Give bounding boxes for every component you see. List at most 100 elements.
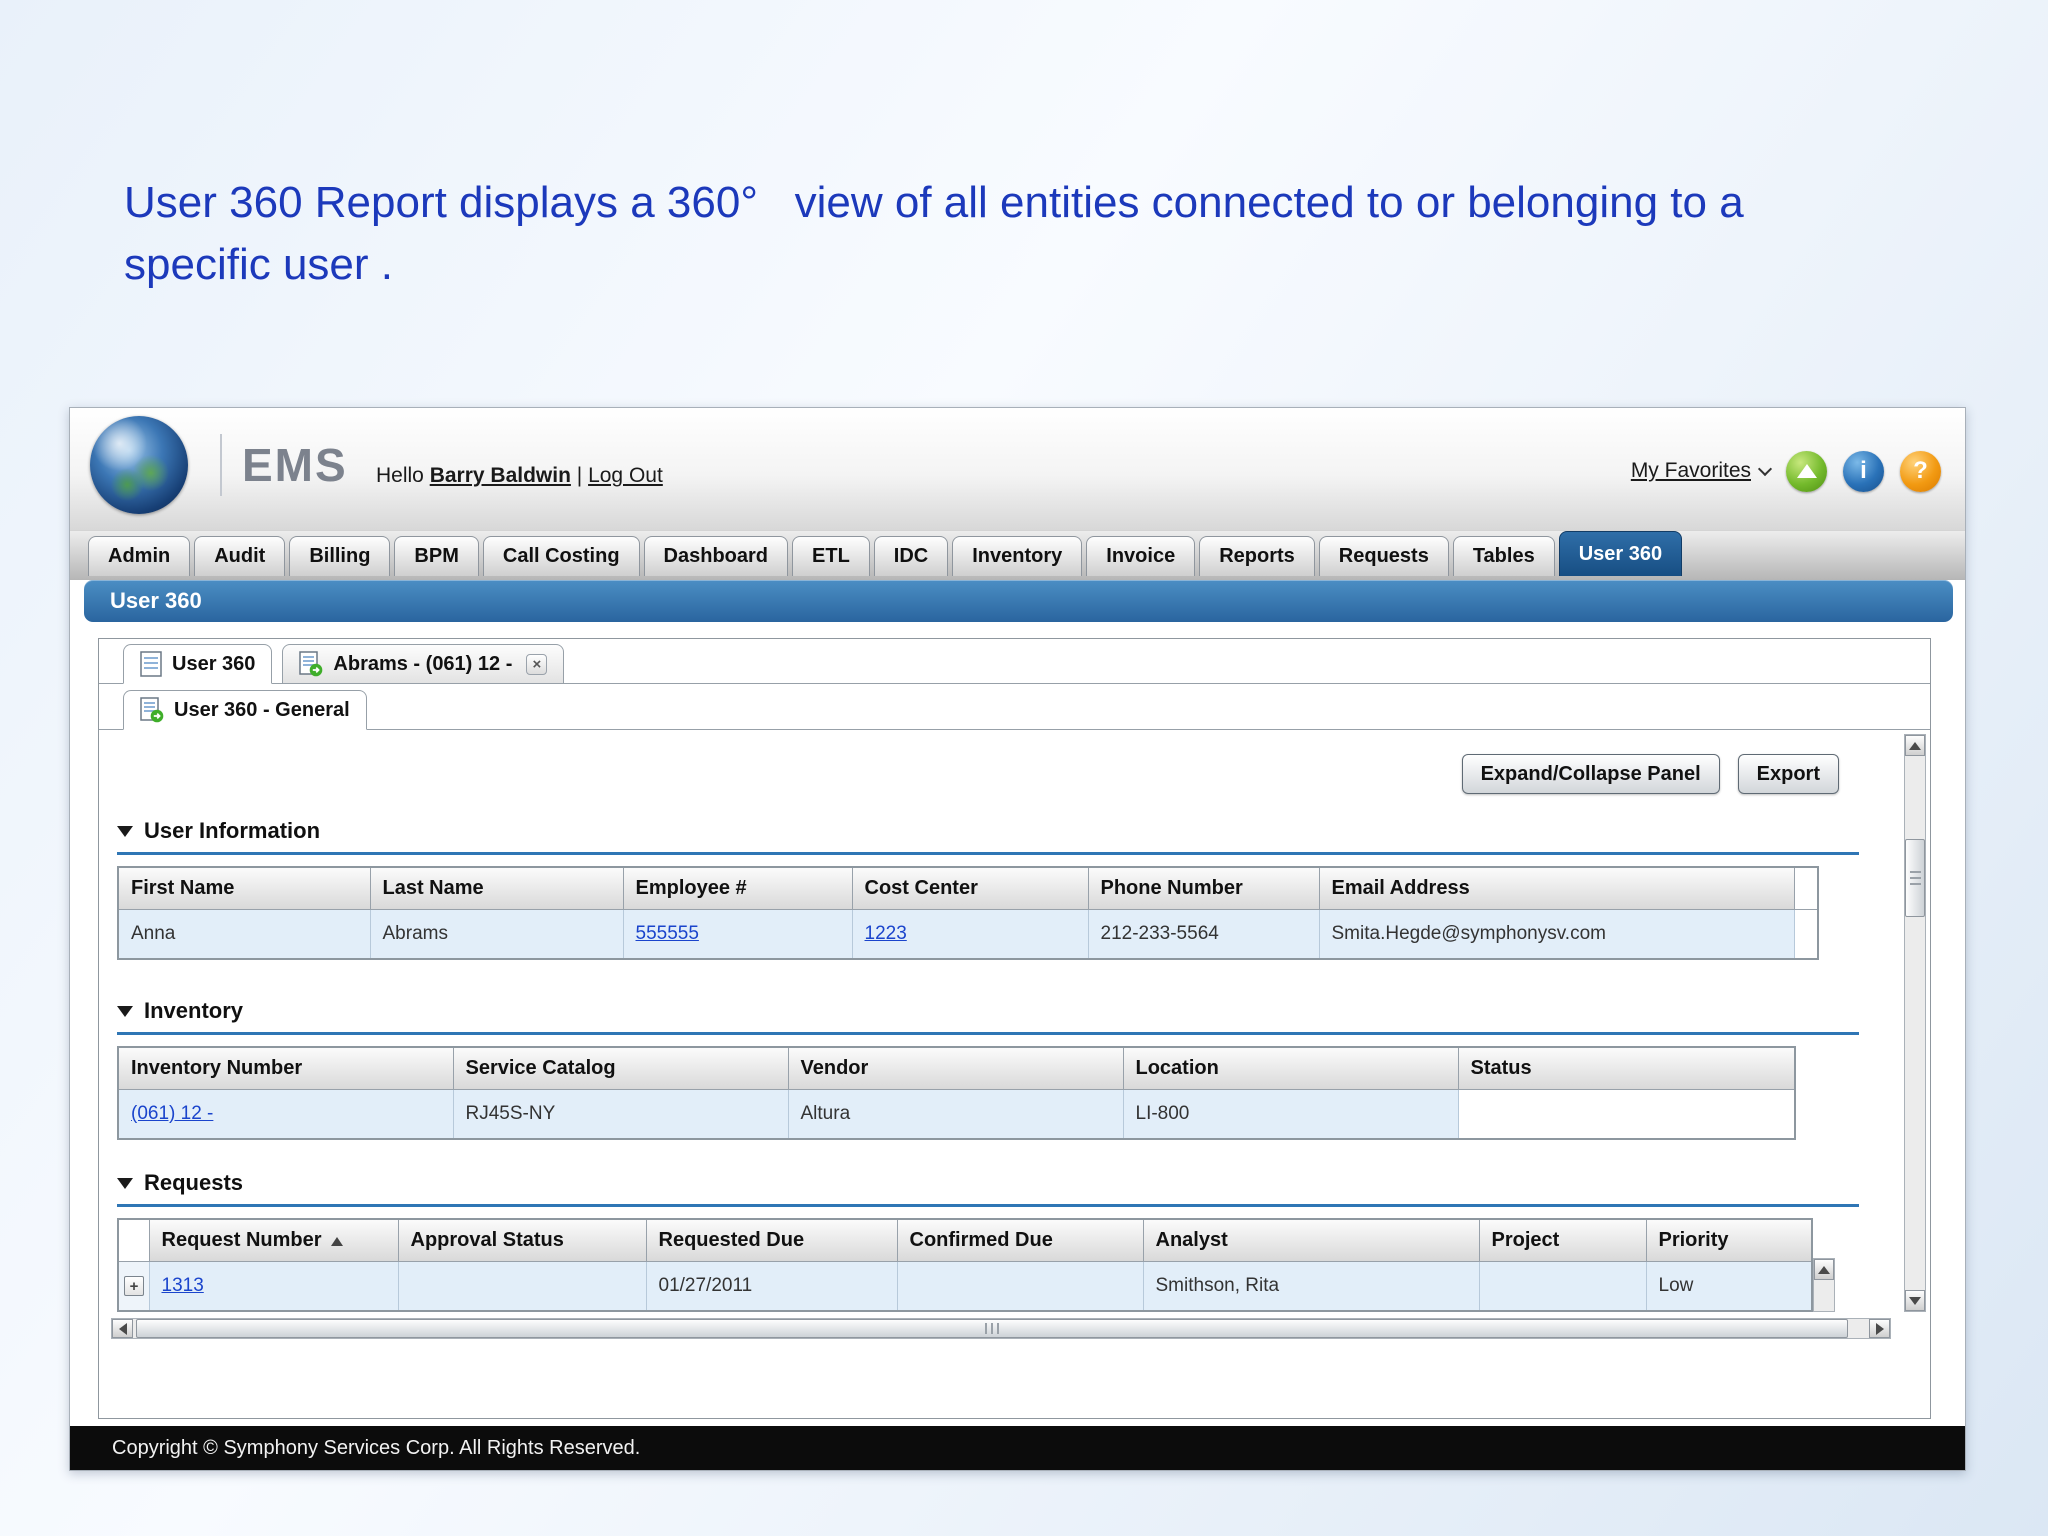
horizontal-scrollbar[interactable]	[111, 1318, 1891, 1339]
column-confirmed-due[interactable]: Confirmed Due	[896, 1218, 1144, 1262]
column-email-address[interactable]: Email Address	[1318, 866, 1795, 910]
column-phone-number[interactable]: Phone Number	[1087, 866, 1320, 910]
vertical-scroll-thumb[interactable]	[1905, 839, 1925, 917]
my-favorites-label: My Favorites	[1630, 459, 1751, 482]
tab-audit[interactable]: Audit	[194, 536, 286, 576]
section-rule	[117, 852, 1859, 855]
export-button[interactable]: Export	[1737, 754, 1839, 794]
column-project[interactable]: Project	[1478, 1218, 1647, 1262]
report-panel: Expand/Collapse Panel Export User Inform…	[99, 730, 1930, 1418]
breadcrumb: User 360	[110, 588, 202, 613]
tab-tables[interactable]: Tables	[1452, 536, 1555, 576]
sort-asc-icon	[330, 1237, 343, 1246]
section-title: User Information	[144, 818, 321, 843]
info-icon[interactable]: i	[1843, 450, 1884, 492]
column-cost-center[interactable]: Cost Center	[851, 866, 1089, 910]
column-analyst[interactable]: Analyst	[1142, 1218, 1480, 1262]
workspace-tabstrip: User 360 Abrams - (061) 12 - ×	[99, 639, 1930, 684]
subtab-strip: User 360 - General	[99, 684, 1930, 730]
workspace-tab-user360[interactable]: User 360	[123, 644, 273, 684]
cell-requested-due: 01/27/2011	[645, 1261, 898, 1312]
request-number-link[interactable]: 1313	[162, 1275, 204, 1296]
table-header-row: First Name Last Name Employee # Cost Cen…	[117, 866, 1819, 910]
caption-text: User 360 Report displays a 360° view of …	[124, 178, 1744, 289]
section-header-inventory[interactable]: Inventory	[117, 998, 243, 1024]
employee-number-link[interactable]: 555555	[636, 923, 699, 944]
cell-location: LI-800	[1122, 1089, 1459, 1140]
requests-table: Request Number Approval Status Requested…	[117, 1218, 1813, 1312]
column-priority[interactable]: Priority	[1645, 1218, 1813, 1262]
workspace-tab-abrams[interactable]: Abrams - (061) 12 - ×	[282, 644, 565, 684]
section-header-user-information[interactable]: User Information	[117, 818, 320, 844]
tab-requests[interactable]: Requests	[1318, 536, 1449, 576]
inventory-table: Inventory Number Service Catalog Vendor …	[117, 1046, 1796, 1140]
tab-invoice[interactable]: Invoice	[1086, 536, 1196, 576]
requests-scroll-up-button[interactable]	[1814, 1259, 1834, 1280]
column-approval-status[interactable]: Approval Status	[397, 1218, 647, 1262]
column-location[interactable]: Location	[1122, 1046, 1459, 1090]
cell-last-name: Abrams	[369, 909, 624, 960]
tab-user-360[interactable]: User 360	[1558, 531, 1683, 576]
tab-dashboard[interactable]: Dashboard	[643, 536, 789, 576]
scroll-down-button[interactable]	[1905, 1290, 1925, 1311]
expand-row-icon[interactable]: +	[124, 1276, 144, 1296]
table-header-row: Inventory Number Service Catalog Vendor …	[117, 1046, 1796, 1090]
tab-inventory[interactable]: Inventory	[952, 536, 1083, 576]
chevron-down-icon	[1757, 461, 1773, 477]
workspace-tab-label: Abrams - (061) 12 -	[333, 652, 513, 675]
column-request-number[interactable]: Request Number	[148, 1218, 399, 1262]
column-employee-number[interactable]: Employee #	[622, 866, 853, 910]
help-icon[interactable]: ?	[1900, 450, 1941, 492]
user-information-table: First Name Last Name Employee # Cost Cen…	[117, 866, 1819, 960]
requests-scrollbar[interactable]	[1813, 1258, 1835, 1312]
tab-billing[interactable]: Billing	[289, 536, 391, 576]
table-row: (061) 12 - RJ45S-NY Altura LI-800	[117, 1089, 1796, 1140]
horizontal-scroll-thumb[interactable]	[136, 1319, 1848, 1338]
greeting-separator: |	[576, 464, 583, 487]
column-service-catalog[interactable]: Service Catalog	[452, 1046, 789, 1090]
section-title: Requests	[144, 1170, 244, 1195]
scroll-right-button[interactable]	[1869, 1319, 1890, 1338]
collapse-triangle-icon	[117, 1005, 133, 1017]
cost-center-link[interactable]: 1223	[865, 923, 907, 944]
cell-expand: +	[117, 1261, 150, 1312]
scroll-left-button[interactable]	[112, 1319, 133, 1338]
expand-collapse-button[interactable]: Expand/Collapse Panel	[1461, 754, 1720, 794]
document-add-icon	[140, 697, 164, 723]
cell-status	[1457, 1089, 1796, 1140]
home-icon[interactable]	[1786, 450, 1827, 492]
globe-logo-icon	[90, 416, 188, 514]
tab-etl[interactable]: ETL	[792, 536, 870, 576]
greeting-prefix: Hello	[376, 464, 424, 487]
vertical-scrollbar[interactable]	[1904, 734, 1926, 1312]
user-name-link[interactable]: Barry Baldwin	[430, 464, 571, 487]
app-header: EMS Hello Barry Baldwin | Log Out My Fav…	[70, 408, 1965, 530]
workspace-tab-label: User 360	[172, 652, 256, 675]
cell-cost-center: 1223	[851, 909, 1089, 960]
slide: User 360 Report displays a 360° view of …	[0, 0, 2048, 1536]
tab-reports[interactable]: Reports	[1199, 536, 1315, 576]
section-title: Inventory	[144, 998, 244, 1023]
section-header-requests[interactable]: Requests	[117, 1170, 243, 1196]
inventory-number-link[interactable]: (061) 12 -	[131, 1103, 213, 1124]
column-status[interactable]: Status	[1457, 1046, 1796, 1090]
expand-column-header	[117, 1218, 150, 1262]
my-favorites-link[interactable]: My Favorites	[1630, 459, 1773, 483]
column-last-name[interactable]: Last Name	[369, 866, 624, 910]
scroll-up-button[interactable]	[1905, 735, 1925, 756]
close-icon[interactable]: ×	[526, 653, 548, 675]
tab-idc[interactable]: IDC	[873, 536, 949, 576]
header-actions: My Favorites i ?	[1631, 448, 1941, 494]
tab-call-costing[interactable]: Call Costing	[482, 536, 640, 576]
column-vendor[interactable]: Vendor	[787, 1046, 1124, 1090]
column-first-name[interactable]: First Name	[117, 866, 371, 910]
tab-bpm[interactable]: BPM	[394, 536, 479, 576]
column-requested-due[interactable]: Requested Due	[645, 1218, 898, 1262]
cell-project	[1478, 1261, 1647, 1312]
column-inventory-number[interactable]: Inventory Number	[117, 1046, 454, 1090]
subtab-general[interactable]: User 360 - General	[123, 690, 367, 730]
tab-admin[interactable]: Admin	[88, 536, 191, 576]
collapse-triangle-icon	[117, 1177, 133, 1189]
logout-link[interactable]: Log Out	[588, 464, 663, 487]
spacer-cell	[1793, 909, 1819, 960]
